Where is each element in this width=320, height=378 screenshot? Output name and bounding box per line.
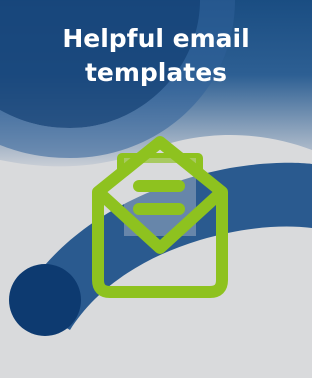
email-templates-card[interactable]: Helpful email templates (0, 0, 312, 378)
open-envelope-icon (92, 136, 228, 298)
